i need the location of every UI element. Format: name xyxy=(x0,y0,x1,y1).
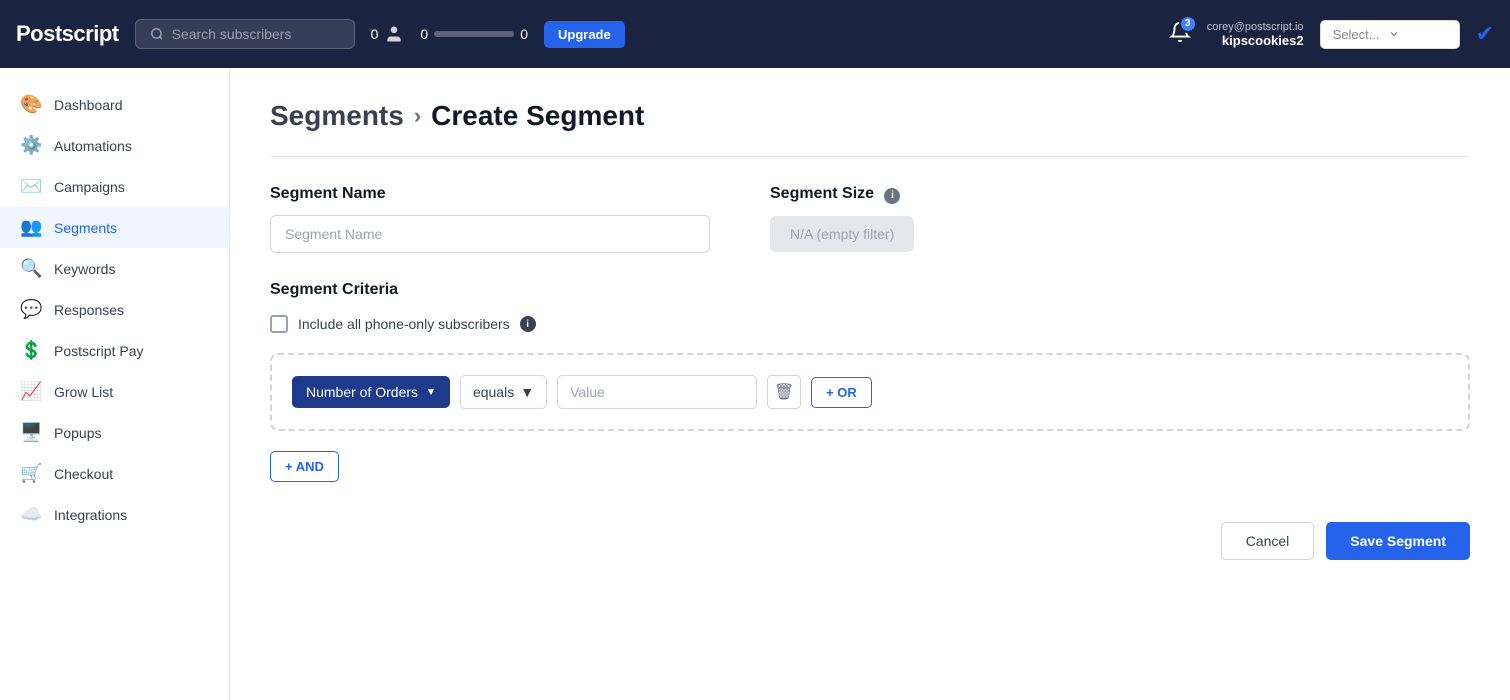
upgrade-button[interactable]: Upgrade xyxy=(544,21,625,48)
save-segment-button[interactable]: Save Segment xyxy=(1326,522,1470,560)
breadcrumb-current: Create Segment xyxy=(431,100,644,132)
sidebar-item-integrations[interactable]: ☁️ Integrations xyxy=(0,494,229,535)
segments-icon: 👥 xyxy=(20,217,42,238)
sidebar-item-popups[interactable]: 🖥️ Popups xyxy=(0,412,229,453)
sidebar-label-growlist: Grow List xyxy=(54,384,113,400)
logo: Postscript xyxy=(16,21,119,47)
automations-icon: ⚙️ xyxy=(20,135,42,156)
search-input[interactable] xyxy=(172,26,322,42)
sidebar-item-campaigns[interactable]: ✉️ Campaigns xyxy=(0,166,229,207)
sidebar-label-dashboard: Dashboard xyxy=(54,97,123,113)
filter-type-dropdown[interactable]: Number of Orders ▼ xyxy=(292,376,450,408)
notifications-bell[interactable]: 3 xyxy=(1169,21,1191,48)
sidebar-label-campaigns: Campaigns xyxy=(54,179,125,195)
sidebar-item-keywords[interactable]: 🔍 Keywords xyxy=(0,248,229,289)
criteria-label: Segment Criteria xyxy=(270,281,1470,299)
main-content: Segments › Create Segment Segment Name S… xyxy=(230,68,1510,700)
segment-name-label: Segment Name xyxy=(270,185,710,203)
operator-chevron-icon: ▼ xyxy=(520,384,534,400)
sidebar-label-segments: Segments xyxy=(54,220,117,236)
filter-type-label: Number of Orders xyxy=(306,384,418,400)
header-divider xyxy=(270,156,1470,157)
store-selector[interactable]: Select... xyxy=(1320,20,1460,49)
stat-subscribers: 0 xyxy=(371,24,405,44)
sidebar-item-grow-list[interactable]: 📈 Grow List xyxy=(0,371,229,412)
postscriptpay-icon: 💲 xyxy=(20,340,42,361)
breadcrumb-parent[interactable]: Segments xyxy=(270,100,404,132)
trash-icon: 🗑 xyxy=(774,382,794,402)
segment-size-section: Segment Size i N/A (empty filter) xyxy=(770,185,914,253)
main-layout: 🎨 Dashboard ⚙️ Automations ✉️ Campaigns … xyxy=(0,68,1510,700)
dashboard-icon: 🎨 xyxy=(20,94,42,115)
integrations-icon: ☁️ xyxy=(20,504,42,525)
sidebar-item-automations[interactable]: ⚙️ Automations xyxy=(0,125,229,166)
operator-dropdown[interactable]: equals ▼ xyxy=(460,375,547,409)
checkbox-complete-icon[interactable]: ✔ xyxy=(1476,21,1494,47)
top-navigation: Postscript 0 0 0 Upgrade 3 corey@postscr… xyxy=(0,0,1510,68)
search-icon xyxy=(150,27,164,41)
criteria-filter-box: Number of Orders ▼ equals ▼ 🗑 xyxy=(270,353,1470,431)
phone-only-label: Include all phone-only subscribers xyxy=(298,316,510,332)
actions-row: Cancel Save Segment xyxy=(270,522,1470,560)
sidebar-item-postscript-pay[interactable]: 💲 Postscript Pay xyxy=(0,330,229,371)
sidebar-item-segments[interactable]: 👥 Segments xyxy=(0,207,229,248)
stat-bar: 0 0 xyxy=(420,26,528,42)
sidebar-item-dashboard[interactable]: 🎨 Dashboard xyxy=(0,84,229,125)
store-selector-placeholder: Select... xyxy=(1333,27,1380,42)
sidebar: 🎨 Dashboard ⚙️ Automations ✉️ Campaigns … xyxy=(0,68,230,700)
growlist-icon: 📈 xyxy=(20,381,42,402)
criteria-value-input[interactable] xyxy=(557,375,757,409)
phone-only-checkbox[interactable] xyxy=(270,315,288,333)
sidebar-item-checkout[interactable]: 🛒 Checkout xyxy=(0,453,229,494)
user-icon xyxy=(384,24,404,44)
sidebar-label-popups: Popups xyxy=(54,425,101,441)
segment-size-info-icon[interactable]: i xyxy=(884,188,900,204)
sidebar-label-integrations: Integrations xyxy=(54,507,127,523)
criteria-row: Number of Orders ▼ equals ▼ 🗑 xyxy=(292,375,1448,409)
filter-type-chevron-icon: ▼ xyxy=(426,387,436,398)
responses-icon: 💬 xyxy=(20,299,42,320)
user-info[interactable]: corey@postscript.io kipscookies2 xyxy=(1207,21,1304,48)
or-button[interactable]: + OR xyxy=(811,377,872,408)
search-bar[interactable] xyxy=(135,19,355,49)
notification-badge: 3 xyxy=(1179,15,1197,33)
keywords-icon: 🔍 xyxy=(20,258,42,279)
operator-label: equals xyxy=(473,384,514,400)
breadcrumb: Segments › Create Segment xyxy=(270,100,1470,132)
popups-icon: 🖥️ xyxy=(20,422,42,443)
breadcrumb-separator: › xyxy=(414,103,421,129)
segment-name-input[interactable] xyxy=(270,215,710,253)
sidebar-label-keywords: Keywords xyxy=(54,261,115,277)
cancel-button[interactable]: Cancel xyxy=(1221,522,1315,560)
sidebar-label-checkout: Checkout xyxy=(54,466,113,482)
phone-only-row: Include all phone-only subscribers i xyxy=(270,315,1470,333)
campaigns-icon: ✉️ xyxy=(20,176,42,197)
sidebar-item-responses[interactable]: 💬 Responses xyxy=(0,289,229,330)
segment-name-section: Segment Name xyxy=(270,185,710,253)
segment-size-label: Segment Size i xyxy=(770,185,914,204)
delete-criteria-button[interactable]: 🗑 xyxy=(767,375,801,409)
segment-criteria-section: Segment Criteria Include all phone-only … xyxy=(270,281,1470,482)
sidebar-label-automations: Automations xyxy=(54,138,132,154)
checkout-icon: 🛒 xyxy=(20,463,42,484)
sidebar-label-postscriptpay: Postscript Pay xyxy=(54,343,143,359)
phone-only-info-icon[interactable]: i xyxy=(520,316,536,332)
and-button[interactable]: + AND xyxy=(270,451,339,482)
progress-bar xyxy=(434,31,514,37)
user-email: corey@postscript.io xyxy=(1207,21,1304,33)
user-shop: kipscookies2 xyxy=(1222,33,1304,48)
sidebar-label-responses: Responses xyxy=(54,302,124,318)
segment-size-value: N/A (empty filter) xyxy=(770,216,914,252)
chevron-down-icon xyxy=(1388,28,1400,40)
